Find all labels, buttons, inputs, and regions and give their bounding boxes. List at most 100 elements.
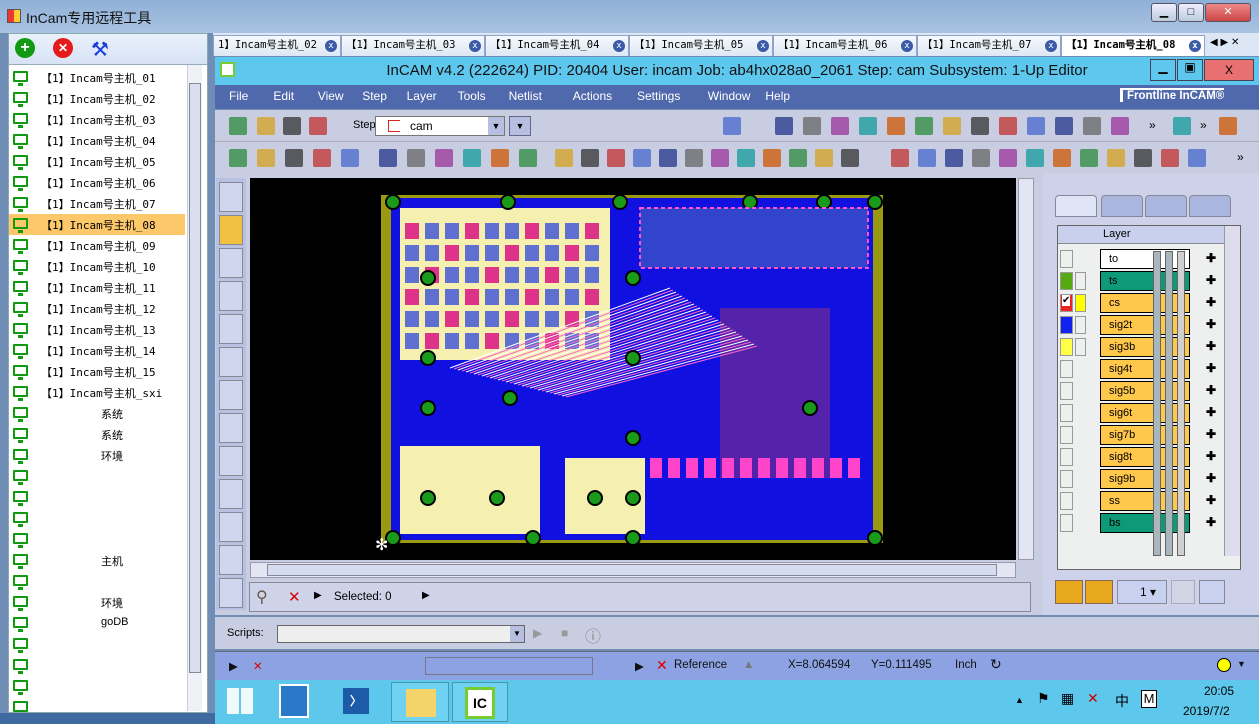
chevron-down-icon[interactable]: ▼ [488,117,504,135]
menu-edit[interactable]: Edit [273,89,294,103]
menu-actions[interactable]: Actions [573,89,612,103]
layer-row[interactable]: sig4t ✚ [1058,358,1224,380]
play-icon[interactable]: ▶ [635,659,644,673]
clock-time[interactable]: 20:05 [1204,684,1234,698]
menu-file[interactable]: File [229,89,248,103]
toolbar-icon[interactable] [229,117,247,135]
vertical-tool-icon[interactable] [219,545,243,575]
layer-add-icon[interactable]: ✚ [1206,273,1216,287]
vertical-tool-icon[interactable] [219,446,243,476]
play-icon[interactable]: ▶ [422,590,430,601]
tab-search-icon[interactable] [1145,195,1187,217]
vertical-tool-icon[interactable] [219,314,243,344]
toolbar-icon[interactable] [309,117,327,135]
host-list-item[interactable] [9,655,185,676]
tab-close-icon[interactable]: x [757,40,769,52]
hscroll-thumb[interactable] [267,564,997,576]
volume-muted-icon[interactable]: ✕ [1087,690,1099,707]
toolbar-icon[interactable] [1053,149,1071,167]
layer-add-icon[interactable]: ✚ [1206,449,1216,463]
vertical-tool-icon[interactable] [219,347,243,377]
host-list-item[interactable]: 【1】Incam号主机_11 [9,277,185,298]
pcb-canvas[interactable]: ✻ [250,178,1016,560]
host-list-item[interactable]: 【1】Incam号主机_15 [9,361,185,382]
layer-row[interactable]: sig6t ✚ [1058,402,1224,424]
display-button[interactable] [1085,580,1113,604]
layer-add-icon[interactable]: ✚ [1206,427,1216,441]
toolbar-icon[interactable] [803,117,821,135]
toolbar-icon[interactable] [435,149,453,167]
layer-visibility-checkbox[interactable] [1060,382,1073,400]
toolbar-icon[interactable] [285,149,303,167]
clear-selection-icon[interactable]: ✕ [288,588,301,606]
menu-netlist[interactable]: Netlist [509,89,542,103]
start-button[interactable] [227,688,253,714]
chevron-down-icon[interactable]: ▼ [1237,659,1246,669]
tab-host[interactable]: 1】Incam号主机_02 x [213,35,341,56]
host-list-item[interactable] [9,508,185,529]
toolbar-icon[interactable] [607,149,625,167]
host-list-item[interactable]: 【1】Incam号主机_10 [9,256,185,277]
tab-close-icon[interactable]: x [901,40,913,52]
toolbar-icon[interactable] [463,149,481,167]
layer-visibility-checkbox[interactable] [1060,426,1073,444]
show-hidden-icons[interactable]: ▲ [1015,695,1024,705]
toolbar-icon[interactable] [1080,149,1098,167]
layer-vscrollbar[interactable] [1224,226,1240,556]
host-list-item[interactable] [9,634,185,655]
ime-indicator[interactable]: 中 [1115,691,1129,711]
tab-layers-icon[interactable] [1055,195,1097,217]
page-select[interactable]: 1 ▾ [1117,580,1167,604]
toolbar-icon[interactable] [519,149,537,167]
tab-nav-arrows[interactable]: ◀ ▶ ✕ [1210,37,1239,48]
layer-row[interactable]: sig8t ✚ [1058,446,1224,468]
toolbar-icon[interactable] [283,117,301,135]
toolbar-icon[interactable] [891,149,909,167]
toolbar-icon[interactable] [972,149,990,167]
layer-row[interactable]: sig2t ✚ [1058,314,1224,336]
vertical-tool-icon[interactable] [219,479,243,509]
powershell-icon[interactable]: 〉 [343,688,369,714]
toolbar-icon[interactable] [229,149,247,167]
toolbar-icon[interactable] [723,117,741,135]
toolbar-icon[interactable] [1055,117,1073,135]
tab-host[interactable]: 【1】Incam号主机_08 x [1061,35,1205,56]
host-list-item[interactable]: 系统 [9,403,185,424]
vertical-tool-icon[interactable] [219,248,243,278]
toolbar-icon[interactable] [841,149,859,167]
tab-host[interactable]: 【1】Incam号主机_05 x [629,35,773,56]
host-list-item[interactable]: 环境 [9,592,185,613]
toolbar-icon[interactable] [1083,117,1101,135]
wrench-icon[interactable]: ⚒ [91,37,109,62]
close-button[interactable]: ✕ [1205,3,1251,22]
tab-close-icon[interactable]: x [1189,40,1201,52]
toolbar2-more[interactable]: » [1237,150,1244,164]
tab-close-icon[interactable]: x [1045,40,1057,52]
toggle-units-icon[interactable]: ↻ [990,656,1002,673]
highlight-button[interactable] [1055,580,1083,604]
host-list-item[interactable]: 【1】Incam号主机_07 [9,193,185,214]
toolbar-icon[interactable] [313,149,331,167]
host-list-item[interactable] [9,487,185,508]
toolbar-icon[interactable] [407,149,425,167]
add-host-icon[interactable]: + [15,38,35,58]
layer-row[interactable]: to ✚ [1058,248,1224,270]
host-list-item[interactable]: 【1】Incam号主机_06 [9,172,185,193]
script-info-icon[interactable]: ⓘ [585,623,601,647]
tab-balance-icon[interactable] [1189,195,1231,217]
host-list-item[interactable]: 【1】Incam号主机_02 [9,88,185,109]
toolbar-icon[interactable] [379,149,397,167]
host-list-item[interactable]: 【1】Incam号主机_08 [9,214,185,235]
layer-row[interactable]: ✔ cs ✚ [1058,292,1224,314]
minimize-button[interactable]: ▁ [1151,3,1177,22]
tab-host[interactable]: 【1】Incam号主机_06 x [773,35,917,56]
toolbar-icon[interactable] [815,149,833,167]
layer-visibility-checkbox[interactable] [1060,338,1073,356]
canvas-hscrollbar[interactable] [250,562,1016,578]
hint-bulb-icon[interactable] [1217,658,1231,672]
toolbar-icon[interactable] [1161,149,1179,167]
toolbar-icon[interactable] [659,149,677,167]
host-list-item[interactable]: 【1】Incam号主机_09 [9,235,185,256]
menu-window[interactable]: Window [708,89,751,103]
layer-row[interactable]: ss ✚ [1058,490,1224,512]
